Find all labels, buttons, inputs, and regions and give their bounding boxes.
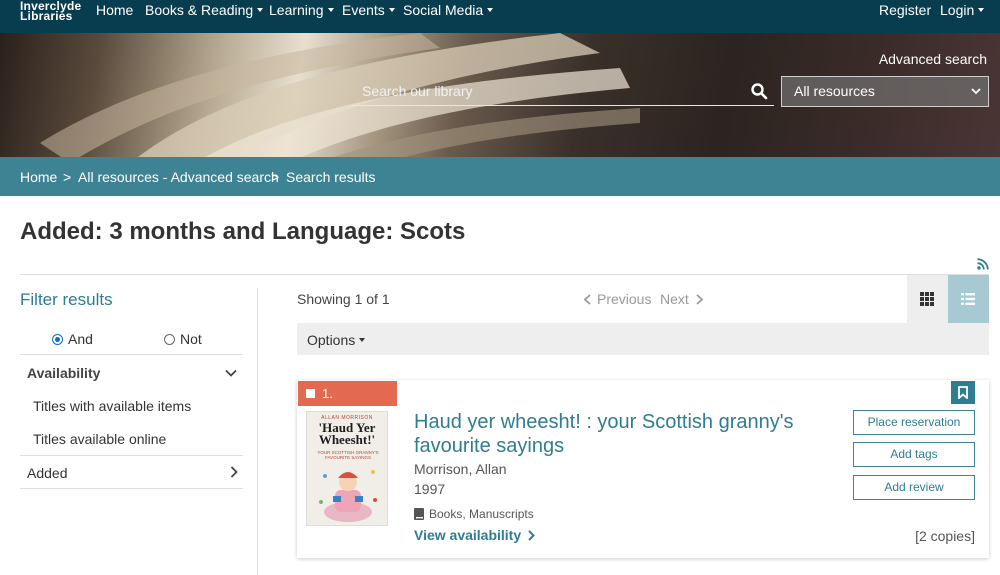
not-radio[interactable]: Not — [164, 331, 202, 347]
nav-events[interactable]: Events — [342, 2, 395, 18]
add-tags-button[interactable]: Add tags — [853, 442, 975, 467]
and-label: And — [68, 331, 93, 347]
nav-books-reading[interactable]: Books & Reading — [145, 2, 264, 18]
nav-login[interactable]: Login — [940, 2, 985, 18]
caret-down-icon — [327, 8, 334, 12]
view-availability-link[interactable]: View availability — [414, 527, 535, 543]
chevron-right-icon — [696, 294, 704, 305]
breadcrumb: Home > All resources - Advanced search >… — [0, 157, 1000, 196]
radio-selected-icon — [52, 334, 63, 345]
options-dropdown[interactable]: Options — [307, 332, 366, 348]
grid-icon — [920, 292, 934, 306]
nav-learning-label: Learning — [269, 2, 324, 18]
hero-banner: Advanced search All resources — [0, 33, 1000, 157]
breadcrumb-current: Search results — [286, 169, 376, 185]
book-icon — [414, 508, 424, 520]
site-logo[interactable]: Inverclyde Libraries — [20, 0, 81, 23]
next-label: Next — [660, 291, 689, 307]
added-facet-toggle[interactable]: Added — [27, 465, 67, 481]
results-count: Showing 1 of 1 — [297, 291, 390, 307]
nav-learning[interactable]: Learning — [269, 2, 334, 18]
not-label: Not — [180, 331, 202, 347]
page-title: Added: 3 months and Language: Scots — [20, 218, 466, 245]
rss-icon[interactable] — [977, 258, 989, 270]
caret-down-icon — [257, 8, 264, 12]
sidebar-divider — [257, 288, 258, 575]
and-radio[interactable]: And — [52, 331, 93, 347]
top-navigation-bar: Inverclyde Libraries Home Books & Readin… — [0, 0, 1000, 33]
result-format: Books, Manuscripts — [414, 507, 534, 521]
divider — [20, 488, 243, 489]
list-icon — [961, 293, 975, 305]
nav-home[interactable]: Home — [96, 2, 133, 18]
caret-down-icon — [487, 8, 494, 12]
chevron-down-icon[interactable] — [225, 367, 237, 379]
cover-title: 'Haud Yer Wheesht!' — [307, 421, 387, 447]
chevron-right-icon — [528, 530, 535, 541]
filter-results-heading: Filter results — [20, 290, 113, 309]
search-input[interactable] — [352, 77, 742, 105]
divider — [20, 274, 989, 275]
breadcrumb-separator: > — [271, 169, 280, 185]
cover-title-line-2: Wheesht!' — [318, 432, 376, 447]
divider — [20, 354, 243, 355]
advanced-search-link[interactable]: Advanced search — [879, 51, 987, 67]
resource-scope-select[interactable]: All resources — [781, 76, 989, 107]
nav-events-label: Events — [342, 2, 385, 18]
copies-count: [2 copies] — [915, 528, 975, 544]
result-year: 1997 — [414, 481, 446, 497]
result-card: 1. ALLAN MORRISON 'Haud Yer Wheesht!' YO… — [297, 380, 989, 558]
caret-down-icon — [359, 338, 366, 342]
result-author[interactable]: Morrison, Allan — [414, 461, 507, 477]
availability-facet-toggle[interactable]: Availability — [27, 365, 100, 381]
add-review-button[interactable]: Add review — [853, 475, 975, 500]
book-cover-image[interactable]: ALLAN MORRISON 'Haud Yer Wheesht!' YOUR … — [306, 411, 388, 526]
caret-down-icon — [388, 8, 395, 12]
bookmark-icon — [958, 386, 968, 399]
nav-social-media[interactable]: Social Media — [403, 2, 494, 18]
search-icon[interactable] — [750, 82, 768, 100]
result-format-label: Books, Manuscripts — [429, 507, 534, 521]
next-page-button[interactable]: Next — [660, 291, 704, 307]
caret-down-icon — [978, 8, 985, 12]
grid-view-button[interactable] — [907, 275, 948, 323]
resource-scope-value: All resources — [794, 83, 875, 99]
search-box — [352, 77, 774, 106]
facet-option-available-online[interactable]: Titles available online — [33, 431, 166, 447]
granny-illustration — [319, 470, 377, 522]
breadcrumb-separator: > — [63, 169, 72, 185]
select-result-checkbox[interactable] — [306, 389, 315, 398]
nav-books-reading-label: Books & Reading — [145, 2, 254, 18]
divider — [20, 455, 243, 456]
chevron-left-icon — [583, 294, 591, 305]
chevron-right-icon[interactable] — [228, 466, 240, 478]
list-view-button[interactable] — [948, 275, 989, 323]
facet-option-available-items[interactable]: Titles with available items — [33, 398, 191, 414]
result-number-tag: 1. — [298, 381, 397, 406]
bookmark-button[interactable] — [951, 381, 975, 404]
view-availability-label: View availability — [414, 527, 522, 543]
logo-line-2: Libraries — [20, 9, 73, 23]
previous-label: Previous — [597, 291, 652, 307]
result-title-link[interactable]: Haud yer wheesht! : your Scottish granny… — [414, 410, 834, 458]
radio-unselected-icon — [164, 334, 175, 345]
options-toolbar: Options — [297, 323, 989, 355]
breadcrumb-advanced-search[interactable]: All resources - Advanced search — [78, 169, 279, 185]
place-reservation-button[interactable]: Place reservation — [853, 410, 975, 435]
chevron-down-icon — [971, 88, 981, 95]
previous-page-button[interactable]: Previous — [583, 291, 651, 307]
result-number: 1. — [322, 386, 333, 401]
breadcrumb-home[interactable]: Home — [20, 169, 57, 185]
nav-register[interactable]: Register — [879, 2, 931, 18]
options-label: Options — [307, 332, 356, 348]
cover-subtitle: YOUR SCOTTISH GRANNY'S FAVOURITE SAYINGS — [317, 450, 379, 460]
nav-social-media-label: Social Media — [403, 2, 484, 18]
nav-login-label: Login — [940, 2, 975, 18]
